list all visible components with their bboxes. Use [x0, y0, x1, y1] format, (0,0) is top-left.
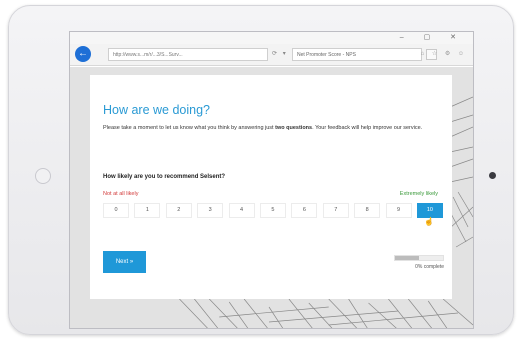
scale-option-6[interactable]: 6 — [291, 203, 318, 218]
intro-text: Please take a moment to let us know what… — [103, 125, 276, 131]
scale-option-5[interactable]: 5 — [259, 203, 286, 218]
scale-option-0[interactable]: 0 — [103, 203, 129, 218]
title-bar: – ▢ ✕ — [70, 32, 473, 44]
scale-option-9[interactable]: 9 — [385, 203, 412, 218]
toolbar-icons[interactable]: ⌂ ☆ ⚙ ☺ — [420, 50, 467, 57]
scale-option-4[interactable]: 4 — [228, 203, 255, 218]
scale-low-label: Not at all likely — [103, 191, 139, 197]
scale-option-7[interactable]: 7 — [322, 203, 349, 218]
page-background: How are we doing? Please take a moment t… — [70, 67, 473, 328]
back-button[interactable]: ← — [75, 46, 91, 62]
next-button[interactable]: Next » — [103, 251, 146, 273]
progress-bar — [394, 255, 444, 261]
address-bar[interactable]: http://www.s...m/r/...3/S...Surv... — [108, 48, 268, 61]
browser-toolbar: ← http://www.s...m/r/...3/S...Surv... ⟳ … — [70, 44, 473, 66]
scale-option-1[interactable]: 1 — [134, 203, 161, 218]
scale-high-label: Extremely likely — [399, 191, 438, 197]
progress-text: 0% complete — [415, 264, 444, 270]
tablet-frame: – ▢ ✕ ← http://www.s...m/r/...3/S...Surv… — [8, 5, 514, 335]
scale-option-10[interactable]: 10 — [416, 203, 443, 218]
survey-card: How are we doing? Please take a moment t… — [90, 75, 452, 299]
refresh-icon[interactable]: ⟳ ▾ — [272, 50, 288, 57]
window-controls[interactable]: – ▢ ✕ — [400, 33, 465, 41]
progress-indicator: 0% complete — [394, 255, 444, 270]
home-button[interactable] — [35, 168, 51, 184]
survey-intro: Please take a moment to let us know what… — [103, 124, 433, 132]
intro-emphasis: two questions — [275, 125, 313, 131]
scale-option-3[interactable]: 3 — [197, 203, 224, 218]
progress-fill — [395, 256, 419, 260]
camera-icon — [489, 172, 496, 179]
survey-title: How are we doing? — [103, 103, 211, 117]
mouse-cursor-icon: ☝ — [424, 217, 434, 226]
browser-tab[interactable]: Net Promoter Score - NPS — [292, 48, 422, 61]
browser-window: – ▢ ✕ ← http://www.s...m/r/...3/S...Surv… — [69, 31, 474, 329]
scale-option-8[interactable]: 8 — [354, 203, 381, 218]
intro-text-end: . Your feedback will help improve our se… — [312, 125, 423, 131]
nps-scale: 0 1 2 3 4 5 6 7 8 9 10 — [103, 203, 443, 219]
question-label: How likely are you to recommend Selsent? — [103, 174, 226, 180]
scale-option-2[interactable]: 2 — [165, 203, 192, 218]
